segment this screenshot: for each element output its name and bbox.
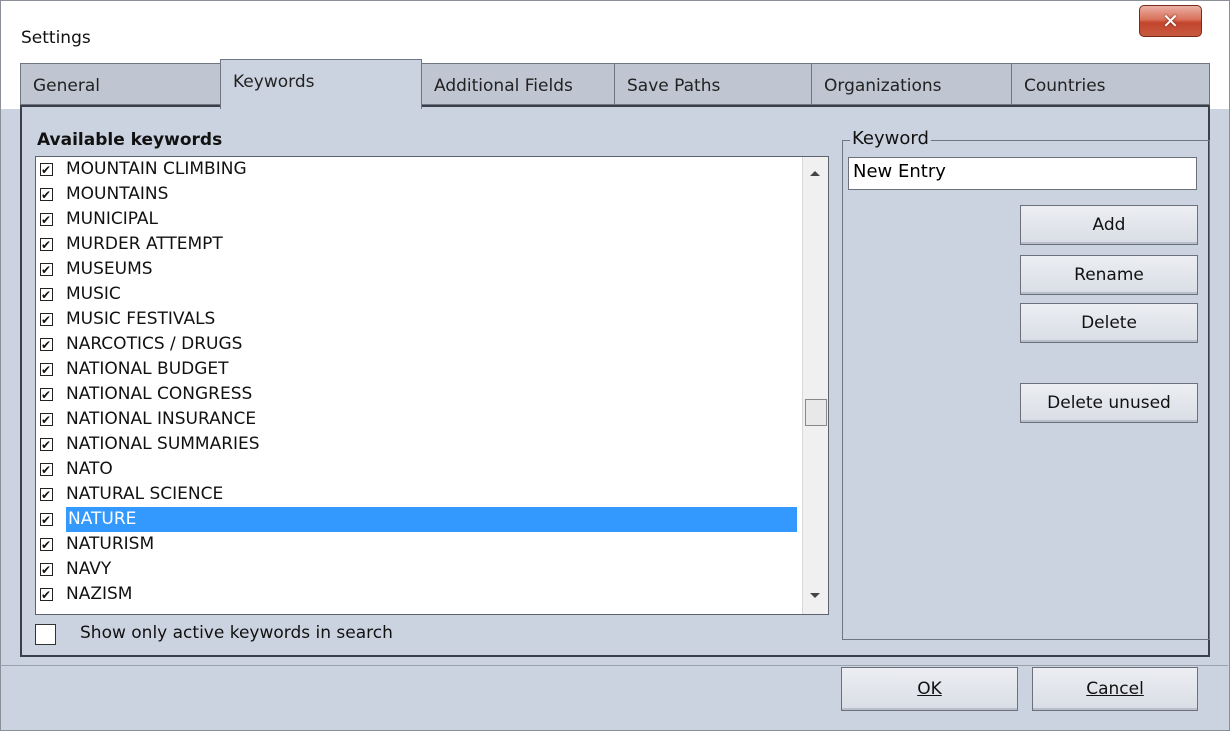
tab-general[interactable]: General xyxy=(20,63,221,105)
checkbox-icon[interactable] xyxy=(40,558,53,583)
scrollbar-thumb[interactable] xyxy=(805,399,827,426)
delete-unused-button[interactable]: Delete unused xyxy=(1020,383,1198,423)
checkbox-icon[interactable] xyxy=(40,458,53,483)
tab-label: General xyxy=(33,76,100,96)
list-item-label: NATIONAL CONGRESS xyxy=(66,384,253,404)
show-active-keywords-label: Show only active keywords in search xyxy=(80,623,393,643)
checkbox-icon[interactable] xyxy=(40,533,53,558)
checkbox-icon[interactable] xyxy=(40,258,53,283)
checkbox-icon[interactable] xyxy=(40,508,53,533)
cancel-button[interactable]: Cancel xyxy=(1032,667,1198,711)
checkbox-icon[interactable] xyxy=(40,408,53,433)
list-item-label: NATURAL SCIENCE xyxy=(66,484,224,504)
list-item-label: MUSEUMS xyxy=(66,259,153,279)
list-item[interactable]: NAZISM xyxy=(36,582,799,608)
add-button-label: Add xyxy=(1092,215,1126,235)
list-item[interactable]: NATIONAL INSURANCE xyxy=(36,407,799,433)
checkbox-icon[interactable] xyxy=(40,308,53,333)
tab-label: Keywords xyxy=(233,72,315,92)
tab-label: Organizations xyxy=(824,76,942,96)
checkbox-icon[interactable] xyxy=(40,383,53,408)
list-item-label: NAVY xyxy=(66,559,112,579)
scroll-down-arrow-icon[interactable] xyxy=(810,593,820,598)
show-active-keywords-checkbox[interactable] xyxy=(35,624,56,645)
checkbox-icon[interactable] xyxy=(40,158,53,183)
checkbox-icon[interactable] xyxy=(40,233,53,258)
ok-button-label: OK xyxy=(917,679,942,699)
list-item[interactable]: MUSIC FESTIVALS xyxy=(36,307,799,333)
tab-label: Countries xyxy=(1024,76,1106,96)
list-item[interactable]: MUSEUMS xyxy=(36,257,799,283)
delete-button-label: Delete xyxy=(1081,313,1137,333)
list-item[interactable]: MURDER ATTEMPT xyxy=(36,232,799,258)
list-item-selected[interactable]: NATURE xyxy=(36,507,799,533)
list-item-label: MUNICIPAL xyxy=(66,209,158,229)
list-item-label: MURDER ATTEMPT xyxy=(66,234,223,254)
tab-label: Save Paths xyxy=(627,76,721,96)
window-title: Settings xyxy=(21,28,91,48)
vertical-scrollbar[interactable] xyxy=(802,157,828,614)
ok-button[interactable]: OK xyxy=(841,667,1018,711)
list-item-label: NATIONAL INSURANCE xyxy=(66,409,257,429)
list-item[interactable]: NAVY xyxy=(36,557,799,583)
checkbox-icon[interactable] xyxy=(40,208,53,233)
cancel-button-label: Cancel xyxy=(1086,679,1144,699)
list-item-label: NARCOTICS / DRUGS xyxy=(66,334,243,354)
list-item-label: NATO xyxy=(66,459,113,479)
checkbox-icon[interactable] xyxy=(40,333,53,358)
list-item-label: NATIONAL SUMMARIES xyxy=(66,434,260,454)
checkbox-icon[interactable] xyxy=(40,358,53,383)
close-button[interactable]: ✕ xyxy=(1139,5,1202,37)
list-item[interactable]: NATO xyxy=(36,457,799,483)
scroll-up-arrow-icon[interactable] xyxy=(810,171,820,176)
rename-button[interactable]: Rename xyxy=(1020,255,1198,295)
add-button[interactable]: Add xyxy=(1020,205,1198,245)
list-item-label: NAZISM xyxy=(66,584,133,604)
list-item-label: NATURE xyxy=(66,507,797,532)
checkbox-icon[interactable] xyxy=(40,583,53,608)
list-item-label: MOUNTAINS xyxy=(66,184,169,204)
tab-countries[interactable]: Countries xyxy=(1011,63,1210,105)
list-item-label: NATIONAL BUDGET xyxy=(66,359,229,379)
list-item-label: MUSIC FESTIVALS xyxy=(66,309,216,329)
list-item[interactable]: MOUNTAINS xyxy=(36,182,799,208)
tab-keywords[interactable]: Keywords xyxy=(220,59,422,109)
list-item[interactable]: MUSIC xyxy=(36,282,799,308)
delete-button[interactable]: Delete xyxy=(1020,303,1198,343)
checkbox-icon[interactable] xyxy=(40,283,53,308)
keyword-group-legend: Keyword xyxy=(850,128,931,149)
list-item[interactable]: NATIONAL BUDGET xyxy=(36,357,799,383)
list-item[interactable]: MUNICIPAL xyxy=(36,207,799,233)
tab-organizations[interactable]: Organizations xyxy=(811,63,1012,105)
footer-divider xyxy=(0,665,1228,666)
keyword-input[interactable]: New Entry xyxy=(848,157,1197,190)
checkbox-icon[interactable] xyxy=(40,483,53,508)
available-keywords-label: Available keywords xyxy=(37,130,223,150)
checkbox-icon[interactable] xyxy=(40,183,53,208)
rename-button-label: Rename xyxy=(1074,265,1144,285)
list-item-label: NATURISM xyxy=(66,534,155,554)
tab-label: Additional Fields xyxy=(434,76,573,96)
tab-save-paths[interactable]: Save Paths xyxy=(614,63,812,105)
list-item-label: MOUNTAIN CLIMBING xyxy=(66,159,247,179)
list-item[interactable]: NATIONAL SUMMARIES xyxy=(36,432,799,458)
delete-unused-button-label: Delete unused xyxy=(1047,393,1171,413)
list-item[interactable]: MOUNTAIN CLIMBING xyxy=(36,157,799,183)
list-item[interactable]: NATURAL SCIENCE xyxy=(36,482,799,508)
checkbox-icon[interactable] xyxy=(40,433,53,458)
keywords-listbox[interactable]: MOUNTAIN CLIMBING MOUNTAINS MUNICIPAL MU… xyxy=(35,156,829,615)
title-bar: Settings ✕ xyxy=(1,1,1229,57)
tab-additional-fields[interactable]: Additional Fields xyxy=(421,63,615,105)
list-item[interactable]: NARCOTICS / DRUGS xyxy=(36,332,799,358)
close-icon: ✕ xyxy=(1162,9,1179,33)
list-item-label: MUSIC xyxy=(66,284,121,304)
list-item[interactable]: NATIONAL CONGRESS xyxy=(36,382,799,408)
list-item[interactable]: NATURISM xyxy=(36,532,799,558)
